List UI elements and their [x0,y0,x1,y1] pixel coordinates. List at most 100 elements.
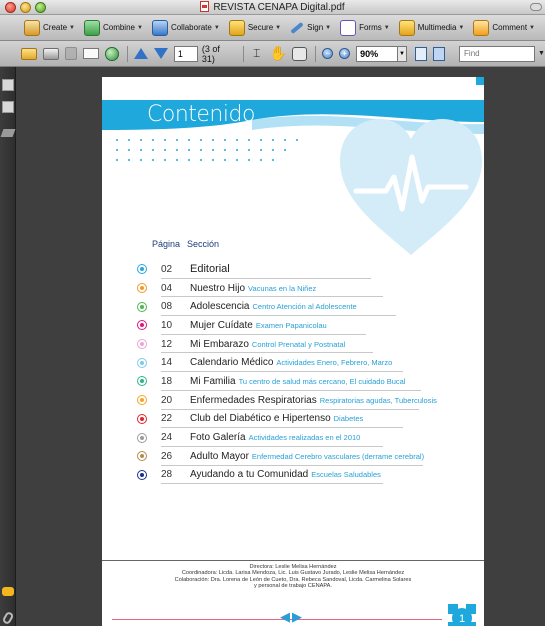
pen-icon [290,21,304,34]
window-title-bar: REVISTA CENAPA Digital.pdf [0,0,545,15]
sign-button[interactable]: Sign ▼ [290,21,331,34]
toc-underline [161,483,383,485]
navigation-toolbar: (3 of 31) ⌶ ✋ − + 90% ▼ ▼ [0,41,545,67]
collaborate-button[interactable]: Collaborate ▼ [151,19,220,36]
toc-row[interactable]: 22 Club del Diabético e Hipertenso Diabete… [137,410,437,429]
toolbar-toggle-button[interactable] [530,3,542,11]
document-viewport[interactable]: Contenido Página Sección 02 Editorial 04 Nue… [16,67,545,626]
toc-column-headings: Página Sección [152,239,226,249]
toc-row[interactable]: 12 Mi Embarazo Control Prenatal y Postnata… [137,335,437,354]
open-folder-icon[interactable] [21,47,37,60]
toc-section-subtitle: Escuelas Saludables [311,470,381,480]
toc-row[interactable]: 02 Editorial [137,260,437,279]
column-section-label: Sección [187,239,220,249]
toc-section-subtitle: Control Prenatal y Postnatal [251,339,346,349]
create-label: Create [43,23,68,32]
toc-bullet-icon [137,320,147,331]
footer-divider [102,560,484,561]
toc-section-title: Adolescencia [190,301,250,313]
zoom-level-value: 90% [360,48,379,59]
toc-row[interactable]: 10 Mujer Cuídate Examen Papanicolau [137,316,437,335]
attachments-paperclip-icon[interactable] [1,610,15,626]
toc-bullet-icon [137,283,147,294]
multimedia-label: Multimedia [417,23,457,32]
multimedia-icon [398,19,415,36]
footer-accent-line [112,619,442,620]
signatures-icon[interactable] [0,129,16,137]
toc-section-title: Enfermedades Respiratorias [190,394,317,406]
email-icon[interactable] [83,48,100,59]
web-globe-icon[interactable] [105,46,119,61]
zoom-in-icon[interactable]: + [339,48,351,59]
page-thumbnails-icon[interactable] [2,79,14,91]
toc-page-number: 26 [161,450,173,462]
toc-section-title: Adulto Mayor [190,450,249,462]
toc-page-number: 18 [161,375,173,387]
bookmarks-icon[interactable] [2,101,14,113]
toc-page-number: 24 [161,432,173,444]
page-number-badge: 1 [448,604,476,626]
chevron-down-icon: ▼ [383,24,390,31]
toc-page-number: 28 [161,469,173,481]
toc-section-subtitle: Examen Papanicolau [255,320,327,330]
create-button[interactable]: Create ▼ [24,19,75,36]
toc-row[interactable]: 20 Enfermedades Respiratorias Respiratoria… [137,391,437,410]
combine-button[interactable]: Combine ▼ [83,19,143,36]
zoom-dropdown-chevron-icon[interactable]: ▼ [397,45,408,62]
secure-button[interactable]: Secure ▼ [228,19,281,36]
window-title: REVISTA CENAPA Digital.pdf [0,1,545,13]
corner-accent-square [476,77,484,85]
page-arrows-icon: ◀▶ [280,609,304,624]
toc-bullet-icon [137,395,147,406]
toc-row[interactable]: 18 Mi Familia Tu centro de salud más cerca… [137,372,437,391]
toc-row[interactable]: 28 Ayudando a tu Comunidad Escuelas Saluda… [137,466,437,485]
print-icon[interactable] [42,47,59,60]
hand-tool-icon[interactable]: ✋ [270,45,287,62]
zoom-out-icon[interactable]: − [322,48,334,59]
comment-button[interactable]: Comment ▼ [473,19,535,36]
find-options-chevron-icon[interactable]: ▼ [538,50,545,57]
toc-bullet-icon [137,376,147,387]
toc-row[interactable]: 08 Adolescencia Centro Atención al Adolesc… [137,297,437,317]
sign-label: Sign [307,23,324,32]
toc-section-subtitle: Enfermedad Cerebro vasculares (derrame c… [251,451,425,461]
toc-row[interactable]: 24 Foto Galería Actividades realizadas en … [137,428,437,447]
chevron-down-icon: ▼ [529,24,535,31]
toc-section-title: Mi Embarazo [190,338,249,350]
select-cursor-icon[interactable]: ⌶ [250,46,264,61]
find-input[interactable] [459,45,536,62]
fit-width-icon[interactable] [433,46,446,61]
fit-page-icon[interactable] [415,46,428,61]
pdf-file-icon [200,1,210,12]
dot-pattern [116,139,308,169]
toc-section-subtitle: Actividades Enero, Febrero, Marzo [276,358,393,368]
save-icon[interactable] [64,47,78,60]
toolbar-divider [126,45,128,62]
toc-bullet-icon [137,357,147,368]
chevron-down-icon: ▼ [69,24,75,31]
zoom-level-field[interactable]: 90% [356,45,398,62]
forms-button[interactable]: Forms ▼ [340,19,390,36]
toc-section-title: Calendario Médico [190,357,274,369]
toc-section-subtitle: Actividades realizadas en el 2010 [248,433,361,443]
page-heading: Contenido [147,102,255,127]
toolbar-divider [242,45,244,62]
toc-page-number: 02 [161,263,173,275]
toc-row[interactable]: 14 Calendario Médico Actividades Enero, Fe… [137,353,437,373]
toc-page-number: 04 [161,282,173,294]
forms-label: Forms [359,23,382,32]
toc-row[interactable]: 26 Adulto Mayor Enfermedad Cerebro vascula… [137,447,437,466]
marquee-zoom-icon[interactable] [291,46,308,61]
combine-label: Combine [102,23,135,32]
page-number-input[interactable] [173,45,198,62]
toc-section-title: Mi Familia [190,375,236,387]
multimedia-button[interactable]: Multimedia ▼ [398,19,464,36]
toc-row[interactable]: 04 Nuestro Hijo Vacunas en la Niñez [137,279,437,298]
toc-bullet-icon [137,264,147,275]
chevron-down-icon: ▼ [213,24,220,31]
previous-page-icon[interactable] [133,48,148,59]
comments-icon[interactable] [2,587,14,596]
page-badge-number: 1 [459,613,465,625]
next-page-icon[interactable] [153,48,168,59]
lock-icon [228,19,245,36]
